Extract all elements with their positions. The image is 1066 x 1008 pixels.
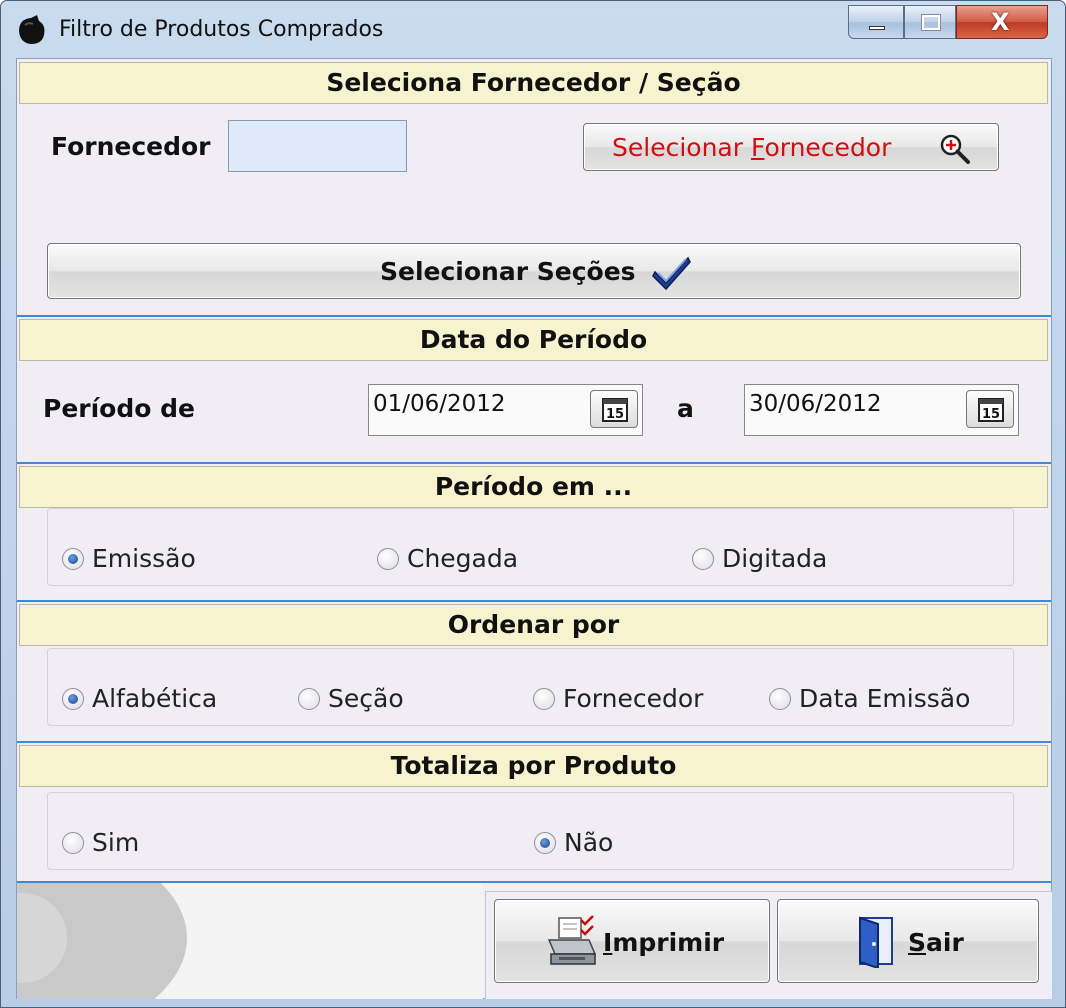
radio-button-icon — [62, 831, 84, 854]
radio-emissao[interactable]: Emissão — [62, 544, 196, 573]
dialog-window: Filtro de Produtos Comprados X Seleciona… — [0, 0, 1066, 1008]
totaliza-group — [47, 792, 1014, 870]
date-from-calendar-button[interactable]: 15 — [590, 390, 638, 428]
app-logo-icon — [19, 15, 45, 44]
section-header-fornecedor-secao: Seleciona Fornecedor / Seção — [19, 62, 1048, 104]
radio-fornecedor[interactable]: Fornecedor — [533, 684, 703, 713]
svg-text:15: 15 — [606, 407, 624, 422]
radio-secao[interactable]: Seção — [298, 684, 404, 713]
svg-text:15: 15 — [982, 407, 1000, 422]
periodo-separator-label: a — [677, 394, 694, 423]
section-separator — [17, 600, 1051, 602]
exit-door-icon — [859, 916, 893, 968]
footer-decoration — [17, 883, 483, 999]
maximize-icon — [921, 14, 941, 31]
selecionar-fornecedor-button[interactable]: Selecionar Fornecedor — [583, 123, 999, 171]
radio-digitada[interactable]: Digitada — [692, 544, 827, 573]
section-separator — [17, 315, 1051, 317]
radio-sim[interactable]: Sim — [62, 828, 139, 857]
title-bar[interactable]: Filtro de Produtos Comprados X — [1, 1, 1065, 57]
section-header-ordenar-por: Ordenar por — [19, 604, 1048, 646]
date-to-calendar-button[interactable]: 15 — [966, 390, 1014, 428]
radio-button-icon — [769, 687, 791, 710]
imprimir-label: Imprimir — [603, 928, 725, 957]
periodo-de-label: Período de — [43, 394, 195, 423]
minimize-button[interactable] — [848, 5, 904, 39]
fornecedor-input[interactable] — [228, 120, 407, 172]
sair-button[interactable]: Sair — [777, 899, 1039, 983]
maximize-button[interactable] — [904, 5, 956, 39]
radio-button-icon — [533, 687, 555, 710]
radio-button-icon — [62, 547, 84, 570]
checkmark-icon — [652, 256, 691, 291]
calendar-icon: 15 — [978, 398, 1004, 422]
selecionar-fornecedor-label: Selecionar Fornecedor — [612, 133, 892, 162]
date-to-field[interactable]: 30/06/2012 15 — [744, 384, 1019, 436]
section-header-periodo-em: Período em ... — [19, 466, 1048, 508]
sair-label: Sair — [908, 928, 964, 957]
radio-button-icon — [62, 687, 84, 710]
selecionar-secoes-label: Selecionar Seções — [380, 257, 636, 286]
radio-button-icon — [377, 547, 399, 570]
date-to-value: 30/06/2012 — [749, 391, 882, 417]
zoom-in-icon — [940, 134, 970, 164]
radio-chegada[interactable]: Chegada — [377, 544, 518, 573]
section-separator — [17, 462, 1051, 464]
close-icon: X — [991, 8, 1010, 36]
radio-data-emissao[interactable]: Data Emissão — [769, 684, 970, 713]
dialog-client-area: Seleciona Fornecedor / Seção Fornecedor … — [16, 58, 1052, 999]
date-from-field[interactable]: 01/06/2012 15 — [368, 384, 643, 436]
calendar-icon: 15 — [602, 398, 628, 422]
close-button[interactable]: X — [956, 5, 1048, 39]
printer-icon — [547, 915, 597, 965]
radio-button-icon — [298, 687, 320, 710]
radio-nao[interactable]: Não — [534, 828, 613, 857]
section-header-totaliza: Totaliza por Produto — [19, 745, 1048, 787]
imprimir-button[interactable]: Imprimir — [494, 899, 770, 983]
window-title: Filtro de Produtos Comprados — [59, 17, 384, 42]
section-separator — [17, 741, 1051, 743]
radio-alfabetica[interactable]: Alfabética — [62, 684, 217, 713]
fornecedor-label: Fornecedor — [51, 132, 211, 161]
radio-button-icon — [692, 547, 714, 570]
selecionar-secoes-button[interactable]: Selecionar Seções — [47, 243, 1021, 299]
radio-button-icon — [534, 831, 556, 854]
section-header-data-periodo: Data do Período — [19, 319, 1048, 361]
date-from-value: 01/06/2012 — [373, 391, 506, 417]
minimize-icon — [869, 26, 885, 30]
